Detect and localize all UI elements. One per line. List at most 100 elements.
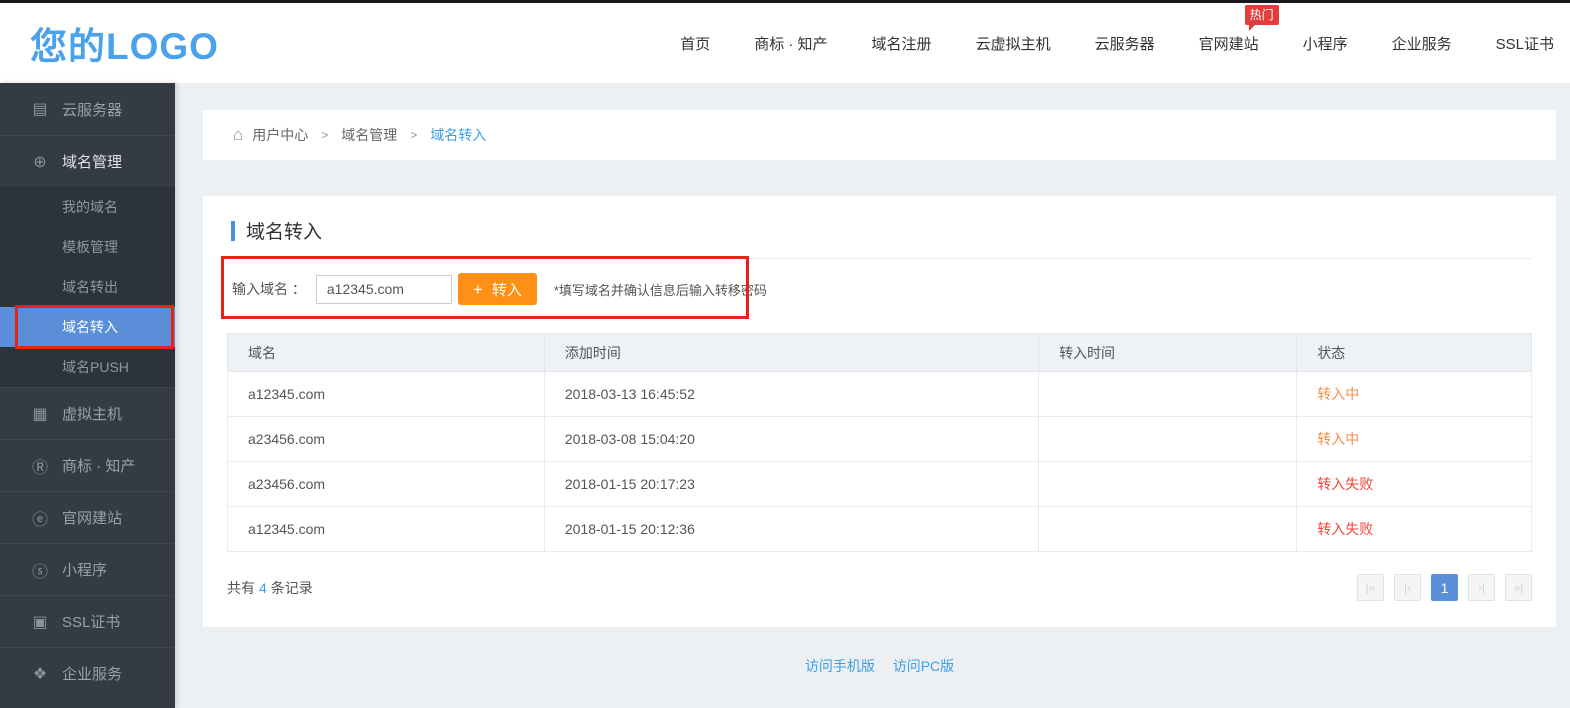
domain-input[interactable] (316, 275, 452, 304)
sidebar-subitem-domain-push[interactable]: 域名PUSH (0, 347, 175, 387)
panel-title-row: 域名转入 (227, 196, 1532, 259)
transfer-in-button-label: 转入 (492, 279, 522, 300)
page-title: 域名转入 (246, 217, 322, 244)
sidebar-item-cloud-server[interactable]: ▤ 云服务器 (0, 83, 175, 135)
sidebar-item-label: 企业服务 (62, 663, 122, 684)
website-icon: ⓔ (31, 506, 49, 530)
sidebar-item-label: SSL证书 (62, 611, 120, 632)
pagination: |« |‹ 1 ›| »| (1357, 574, 1532, 601)
record-count-suffix: 条记录 (271, 580, 313, 596)
hot-badge: 热门 (1245, 5, 1279, 25)
sidebar: ▤ 云服务器 ⊕ 域名管理 我的域名 模板管理 域名转出 域名转入 域名PUSH… (0, 83, 175, 708)
miniprogram-icon: ⓢ (31, 558, 49, 582)
nav-item-website-build[interactable]: 官网建站 热门 (1199, 33, 1259, 54)
main-content: ⌂ 用户中心 > 域名管理 > 域名转入 域名转入 输入域名 ： + 转入 *填… (175, 83, 1570, 676)
sidebar-item-website-build[interactable]: ⓔ 官网建站 (0, 491, 175, 543)
nav-item-cloud-vhost[interactable]: 云虚拟主机 (976, 33, 1051, 54)
nav-item-ssl[interactable]: SSL证书 (1496, 33, 1554, 54)
sidebar-item-ssl[interactable]: ▣ SSL证书 (0, 595, 175, 647)
sidebar-subitem-domain-transfer-out[interactable]: 域名转出 (0, 267, 175, 307)
pagination-next-button[interactable]: ›| (1468, 574, 1495, 601)
certificate-icon: ▣ (31, 612, 49, 632)
sidebar-subitem-my-domains[interactable]: 我的域名 (0, 187, 175, 227)
table-row: a23456.com 2018-03-08 15:04:20 转入中 (228, 417, 1532, 462)
pc-version-link[interactable]: 访问PC版 (893, 658, 954, 674)
nav-item-home[interactable]: 首页 (680, 33, 710, 54)
breadcrumb: ⌂ 用户中心 > 域名管理 > 域名转入 (203, 110, 1556, 160)
sidebar-item-miniprogram[interactable]: ⓢ 小程序 (0, 543, 175, 595)
cell-added-time: 2018-03-08 15:04:20 (544, 417, 1038, 462)
cell-domain: a23456.com (228, 462, 545, 507)
nav-item-website-build-label: 官网建站 (1199, 36, 1259, 53)
column-header-transfer-time: 转入时间 (1039, 334, 1297, 372)
domain-input-label: 输入域名 ： (232, 279, 306, 299)
nav-item-enterprise[interactable]: 企业服务 (1392, 33, 1452, 54)
nav-item-miniprogram[interactable]: 小程序 (1303, 33, 1348, 54)
breadcrumb-separator: > (321, 128, 328, 142)
title-accent-bar (231, 221, 235, 241)
breadcrumb-user-center[interactable]: 用户中心 (252, 125, 308, 145)
cell-domain: a12345.com (228, 372, 545, 417)
cell-transfer-time (1039, 507, 1297, 552)
top-header: 您的LOGO 首页 商标 · 知产 域名注册 云虚拟主机 云服务器 官网建站 热… (0, 3, 1570, 83)
sidebar-subitem-template-management[interactable]: 模板管理 (0, 227, 175, 267)
breadcrumb-separator: > (410, 128, 417, 142)
pagination-page-1-button[interactable]: 1 (1431, 574, 1458, 601)
sidebar-item-label: 域名管理 (62, 151, 122, 172)
top-nav: 首页 商标 · 知产 域名注册 云虚拟主机 云服务器 官网建站 热门 小程序 企… (680, 33, 1554, 54)
domain-transfer-panel: 域名转入 输入域名 ： + 转入 *填写域名并确认信息后输入转移密码 域名 添加… (203, 196, 1556, 627)
status-badge: 转入中 (1297, 417, 1532, 462)
breadcrumb-domain-management[interactable]: 域名管理 (341, 125, 397, 145)
mobile-version-link[interactable]: 访问手机版 (805, 658, 875, 674)
pagination-prev-button[interactable]: |‹ (1394, 574, 1421, 601)
nav-item-trademark[interactable]: 商标 · 知产 (754, 33, 827, 54)
record-count-prefix: 共有 (227, 580, 255, 596)
home-icon: ⌂ (233, 125, 243, 145)
table-footer: 共有4条记录 |« |‹ 1 ›| »| (227, 574, 1532, 601)
cell-transfer-time (1039, 417, 1297, 462)
server-icon: ▤ (31, 99, 49, 119)
cell-domain: a23456.com (228, 417, 545, 462)
record-count: 共有4条记录 (227, 578, 313, 598)
plus-icon: + (473, 281, 483, 298)
form-note: *填写域名并确认信息后输入转移密码 (554, 280, 767, 299)
sidebar-item-domain-management[interactable]: ⊕ 域名管理 (0, 135, 175, 187)
sidebar-item-label: 虚拟主机 (62, 403, 122, 424)
sidebar-item-label: 商标 · 知产 (62, 455, 135, 476)
transfer-form-row: 输入域名 ： + 转入 *填写域名并确认信息后输入转移密码 (227, 259, 1532, 319)
enterprise-icon: ❖ (31, 664, 49, 684)
pagination-last-button[interactable]: »| (1505, 574, 1532, 601)
host-icon: ▦ (31, 404, 49, 424)
sidebar-item-label: 云服务器 (62, 99, 122, 120)
cell-added-time: 2018-01-15 20:12:36 (544, 507, 1038, 552)
table-row: a12345.com 2018-03-13 16:45:52 转入中 (228, 372, 1532, 417)
cell-added-time: 2018-01-15 20:17:23 (544, 462, 1038, 507)
sidebar-item-label: 官网建站 (62, 507, 122, 528)
site-logo[interactable]: 您的LOGO (30, 16, 219, 70)
table-row: a23456.com 2018-01-15 20:17:23 转入失败 (228, 462, 1532, 507)
nav-item-cloud-server[interactable]: 云服务器 (1095, 33, 1155, 54)
column-header-domain: 域名 (228, 334, 545, 372)
trademark-icon: Ⓡ (31, 454, 49, 478)
sidebar-item-label: 小程序 (62, 559, 107, 580)
sidebar-item-virtual-host[interactable]: ▦ 虚拟主机 (0, 387, 175, 439)
breadcrumb-domain-transfer-in[interactable]: 域名转入 (430, 125, 486, 145)
status-badge: 转入中 (1297, 372, 1532, 417)
status-badge: 转入失败 (1297, 507, 1532, 552)
cell-transfer-time (1039, 462, 1297, 507)
record-count-number: 4 (259, 580, 267, 596)
pagination-first-button[interactable]: |« (1357, 574, 1384, 601)
cell-added-time: 2018-03-13 16:45:52 (544, 372, 1038, 417)
table-header-row: 域名 添加时间 转入时间 状态 (228, 334, 1532, 372)
status-badge: 转入失败 (1297, 462, 1532, 507)
nav-item-domain-register[interactable]: 域名注册 (872, 33, 932, 54)
column-header-status: 状态 (1297, 334, 1532, 372)
globe-icon: ⊕ (31, 152, 49, 172)
domain-management-submenu: 我的域名 模板管理 域名转出 域名转入 域名PUSH (0, 187, 175, 387)
sidebar-subitem-label: 域名转入 (62, 317, 118, 337)
sidebar-item-trademark[interactable]: Ⓡ 商标 · 知产 (0, 439, 175, 491)
transfer-in-button[interactable]: + 转入 (458, 273, 537, 305)
sidebar-subitem-domain-transfer-in[interactable]: 域名转入 (0, 307, 175, 347)
table-row: a12345.com 2018-01-15 20:12:36 转入失败 (228, 507, 1532, 552)
sidebar-item-enterprise[interactable]: ❖ 企业服务 (0, 647, 175, 699)
